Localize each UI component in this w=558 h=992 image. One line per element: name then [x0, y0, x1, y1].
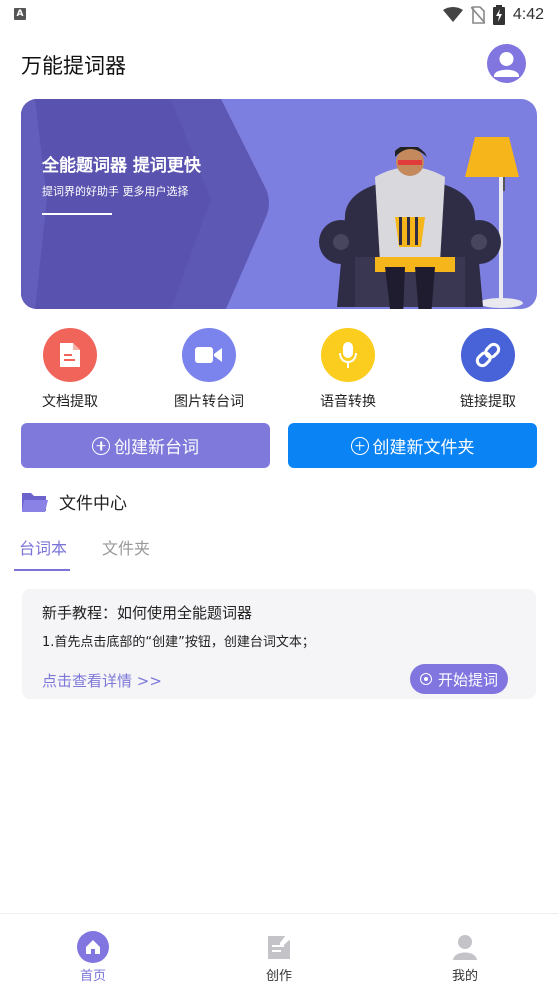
file-center-header: 文件中心: [21, 489, 127, 514]
avatar[interactable]: [487, 44, 526, 83]
create-folder-button[interactable]: 创建新文件夹: [288, 423, 537, 468]
start-prompter-label: 开始提词: [437, 670, 498, 689]
start-prompter-button[interactable]: 开始提词: [410, 664, 508, 694]
shortcut-label: 语音转换: [320, 394, 376, 410]
bottom-nav: 首页 创作 我的: [0, 913, 558, 992]
card-title: 新手教程：如何使用全能题词器: [42, 604, 253, 622]
microphone-icon: [339, 342, 357, 368]
create-script-label: 创建新台词: [114, 438, 199, 458]
shortcut-label: 文档提取: [42, 394, 98, 410]
banner-divider: [42, 213, 112, 215]
wifi-icon: [442, 7, 463, 22]
shortcut-label: 图片转台词: [174, 394, 244, 410]
shortcut-circle: [321, 328, 375, 382]
nav-icon-wrap: [263, 931, 295, 963]
status-icons: 4:42: [442, 4, 544, 26]
nav-label: 我的: [451, 969, 478, 984]
plus-circle-icon: [92, 436, 110, 455]
file-center-label: 文件中心: [59, 494, 127, 514]
user-avatar-icon: [494, 52, 519, 77]
document-icon: [60, 343, 80, 367]
active-tab-indicator: [14, 569, 70, 571]
promo-banner[interactable]: 全能题词器 提词更快 提词界的好助手 更多用户选择: [21, 99, 537, 309]
link-icon: [475, 342, 501, 368]
notification-icon: A: [14, 8, 26, 20]
shortcut-circle: [182, 328, 236, 382]
shortcut-voice-convert[interactable]: 语音转换: [293, 328, 403, 411]
view-details-link[interactable]: 点击查看详情 >>: [42, 670, 162, 691]
video-camera-icon: [195, 347, 222, 363]
tab-scripts[interactable]: 台词本: [19, 535, 67, 559]
target-icon: [419, 673, 432, 685]
banner-subtitle: 提词界的好助手 更多用户选择: [42, 185, 189, 198]
shortcut-image-to-script[interactable]: 图片转台词: [154, 328, 264, 411]
no-sim-icon: [470, 6, 485, 24]
shortcut-circle: [43, 328, 97, 382]
nav-label: 创作: [265, 969, 292, 984]
status-bar: A 4:42: [0, 0, 558, 30]
create-script-button[interactable]: 创建新台词: [21, 423, 270, 468]
nav-item-mine[interactable]: 我的: [425, 931, 505, 984]
edit-note-icon: [268, 935, 290, 959]
home-icon: [77, 931, 109, 963]
user-icon: [453, 935, 477, 960]
nav-item-home[interactable]: 首页: [53, 931, 133, 984]
status-time: 4:42: [512, 6, 544, 23]
person-armchair-illustration: [319, 147, 501, 309]
page-title: 万能提词器: [21, 54, 126, 78]
plus-circle-icon: [350, 436, 369, 455]
battery-charging-icon: [492, 5, 505, 25]
shortcut-circle: [461, 328, 515, 382]
nav-item-create[interactable]: 创作: [239, 931, 319, 984]
nav-icon-wrap: [77, 931, 109, 963]
nav-icon-wrap: [449, 931, 481, 963]
folder-icon: [22, 492, 48, 512]
tutorial-card[interactable]: 新手教程：如何使用全能题词器 1.首先点击底部的“创建”按钮，创建台词文本； 点…: [22, 589, 536, 699]
card-description: 1.首先点击底部的“创建”按钮，创建台词文本；: [42, 635, 315, 650]
create-folder-label: 创建新文件夹: [372, 438, 475, 458]
shortcut-label: 链接提取: [460, 394, 516, 410]
shortcut-link-extract[interactable]: 链接提取: [433, 328, 543, 411]
shortcut-document-extract[interactable]: 文档提取: [15, 328, 125, 411]
banner-title: 全能题词器 提词更快: [42, 156, 201, 176]
tab-folders[interactable]: 文件夹: [102, 535, 150, 559]
nav-label: 首页: [79, 969, 106, 984]
